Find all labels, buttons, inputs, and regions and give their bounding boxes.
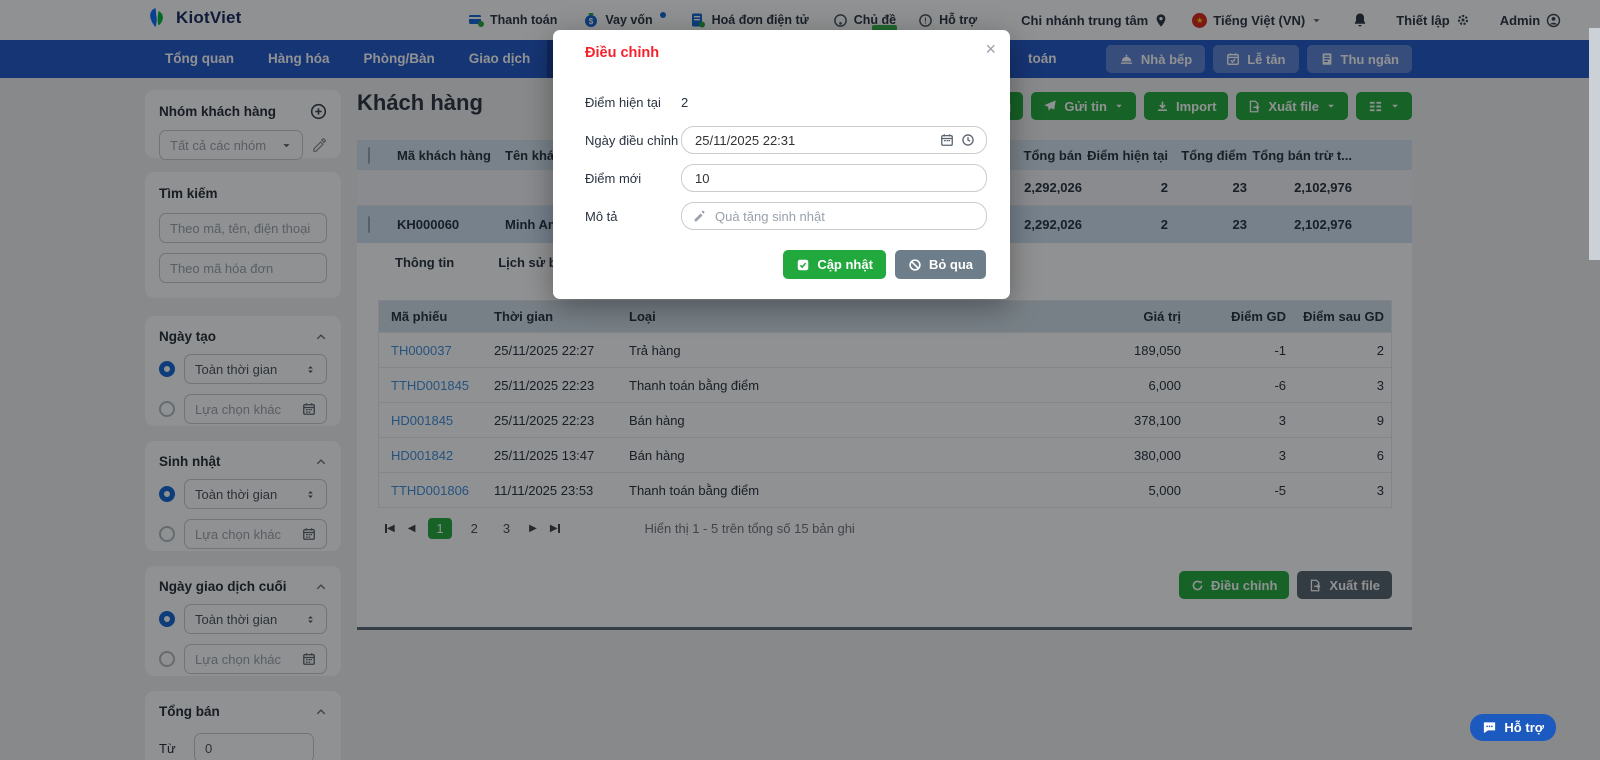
adjust-date-input[interactable] <box>681 126 987 154</box>
description-field[interactable] <box>713 207 975 225</box>
ban-icon <box>908 258 922 272</box>
browser-scrollbar-thumb[interactable] <box>1589 28 1600 260</box>
new-points-row: Điểm mới <box>585 164 987 192</box>
chat-icon <box>1482 720 1497 735</box>
adjust-points-modal: Điều chỉnh × Điểm hiện tại 2 Ngày điều c… <box>553 30 1010 299</box>
points-field[interactable] <box>693 169 975 187</box>
update-button[interactable]: Cập nhật <box>783 250 886 279</box>
current-points-value: 2 <box>681 94 689 110</box>
check-square-icon <box>796 258 810 272</box>
skip-button[interactable]: Bỏ qua <box>894 250 986 279</box>
kiotviet-app: KiotViet Thanh toán $ Vay vốn Hoá đơn đi… <box>0 0 1600 760</box>
modal-buttons: Cập nhật Bỏ qua <box>783 250 986 279</box>
close-icon[interactable]: × <box>985 40 996 58</box>
floating-support-button[interactable]: Hỗ trợ <box>1470 714 1556 741</box>
calendar-icon[interactable] <box>940 133 954 147</box>
description-input[interactable] <box>681 202 987 230</box>
adjust-date-row: Ngày điều chỉnh <box>585 126 987 154</box>
pencil-icon <box>693 210 706 223</box>
clock-icon[interactable] <box>961 133 975 147</box>
new-points-input[interactable] <box>681 164 987 192</box>
modal-title: Điều chỉnh <box>585 45 660 61</box>
current-points-row: Điểm hiện tại 2 <box>585 94 689 110</box>
date-field[interactable] <box>693 131 933 149</box>
description-row: Mô tả <box>585 202 987 230</box>
